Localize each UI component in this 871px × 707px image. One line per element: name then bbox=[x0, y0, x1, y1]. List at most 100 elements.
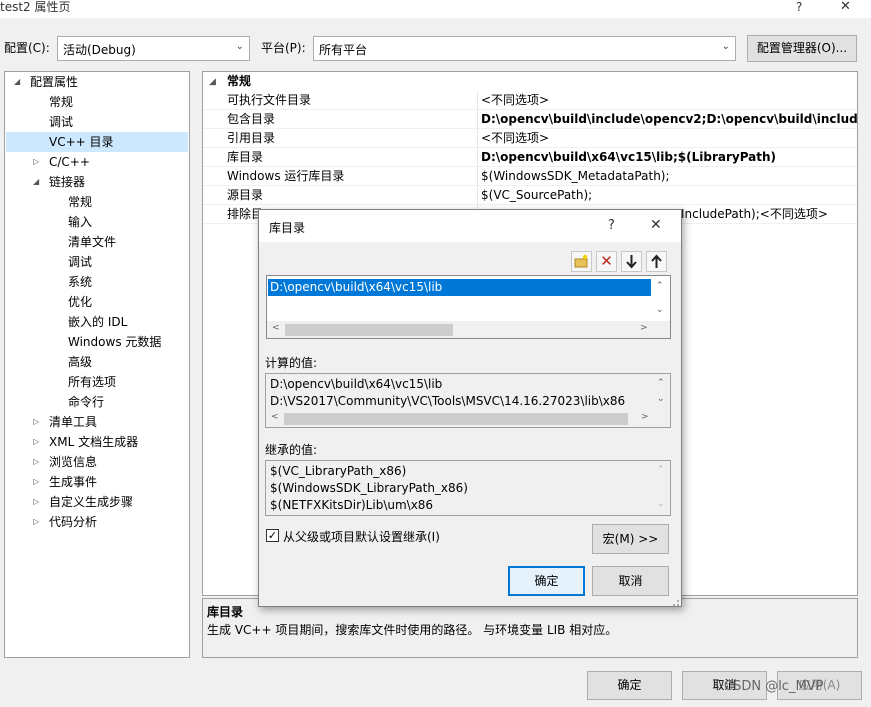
expanded-icon[interactable]: ◢ bbox=[33, 172, 39, 192]
tree-item[interactable]: ▷ 代码分析 bbox=[6, 512, 188, 532]
tree-item[interactable]: ◢ 链接器 bbox=[6, 172, 188, 192]
tree-item-label: XML 文档生成器 bbox=[49, 435, 139, 449]
dialog-cancel-button[interactable]: 取消 bbox=[592, 566, 669, 596]
description-panel: 库目录 生成 VC++ 项目期间，搜索库文件时使用的路径。 与环境变量 LIB … bbox=[202, 598, 858, 658]
tree-item[interactable]: 所有选项 bbox=[6, 372, 188, 392]
collapsed-icon[interactable]: ▷ bbox=[33, 492, 39, 512]
collapsed-icon[interactable]: ▷ bbox=[33, 152, 39, 172]
move-up-icon[interactable] bbox=[646, 251, 667, 272]
tree-item-label: 系统 bbox=[68, 275, 93, 289]
dialog-close-icon[interactable]: ✕ bbox=[650, 217, 662, 233]
dialog-help-icon[interactable]: ? bbox=[608, 218, 615, 233]
property-row[interactable]: Windows 运行库目录 $(WindowsSDK_MetadataPath); bbox=[203, 167, 857, 186]
tree-item[interactable]: ▷ C/C++ bbox=[6, 152, 188, 172]
chevron-down-icon: ⌄ bbox=[235, 41, 244, 52]
scrollbar-thumb[interactable] bbox=[285, 324, 453, 336]
tree-item[interactable]: 调试 bbox=[6, 252, 188, 272]
tree-item[interactable]: 常规 bbox=[6, 92, 188, 112]
collapsed-icon[interactable]: ▷ bbox=[33, 412, 39, 432]
platform-label: 平台(P): bbox=[261, 41, 306, 55]
scroll-right-icon[interactable]: > bbox=[640, 323, 648, 333]
collapsed-icon[interactable]: ▷ bbox=[33, 452, 39, 472]
scroll-up-icon[interactable]: ⌃ bbox=[657, 378, 665, 388]
horizontal-scrollbar[interactable]: < > bbox=[267, 321, 670, 338]
collapsed-icon[interactable]: ▷ bbox=[33, 432, 39, 452]
property-tree[interactable]: ◢ 配置属性 常规 调试 VC++ 目录 ▷ C/C++ ◢ 链接器 常规 输入 清单文件 调试 系统 优化… bbox=[4, 71, 190, 658]
close-icon[interactable]: ✕ bbox=[840, 0, 851, 14]
tree-item[interactable]: ▷ XML 文档生成器 bbox=[6, 432, 188, 452]
property-row[interactable]: 库目录 D:\opencv\build\x64\vc15\lib;$(Librar… bbox=[203, 148, 857, 167]
tree-item-label: 常规 bbox=[49, 95, 74, 109]
entry-item[interactable]: D:\opencv\build\x64\vc15\lib bbox=[268, 279, 651, 296]
help-icon[interactable]: ? bbox=[796, 0, 802, 14]
tree-item[interactable]: 嵌入的 IDL bbox=[6, 312, 188, 332]
property-value: <不同选项> bbox=[481, 131, 550, 145]
tree-item-label: 调试 bbox=[49, 115, 74, 129]
computed-values-label: 计算的值: bbox=[265, 356, 318, 370]
tree-item[interactable]: 命令行 bbox=[6, 392, 188, 412]
tree-item[interactable]: 高级 bbox=[6, 352, 188, 372]
collapsed-icon[interactable]: ▷ bbox=[33, 472, 39, 492]
scroll-up-icon[interactable]: ⌃ bbox=[656, 281, 664, 291]
column-divider bbox=[477, 110, 478, 129]
tree-item-label: 代码分析 bbox=[49, 515, 98, 529]
scroll-down-icon[interactable]: ⌄ bbox=[656, 305, 664, 315]
new-line-icon[interactable] bbox=[571, 251, 592, 272]
property-value: D:\opencv\build\x64\vc15\lib;$(LibraryPa… bbox=[481, 150, 777, 164]
property-row[interactable]: 包含目录 D:\opencv\build\include\opencv2;D:\o… bbox=[203, 110, 857, 129]
config-manager-button[interactable]: 配置管理器(O)... bbox=[747, 35, 857, 62]
inherit-checkbox-label[interactable]: 从父级或项目默认设置继承(I) bbox=[283, 528, 440, 545]
tree-item[interactable]: ▷ 自定义生成步骤 bbox=[6, 492, 188, 512]
tree-item-label: 所有选项 bbox=[68, 375, 117, 389]
property-value: $(WindowsSDK_MetadataPath); bbox=[481, 169, 670, 183]
column-divider bbox=[477, 91, 478, 110]
inherited-value-line: $(VC_LibraryPath_x86) bbox=[270, 464, 407, 478]
tree-item[interactable]: 清单文件 bbox=[6, 232, 188, 252]
tree-item-label: Windows 元数据 bbox=[68, 335, 162, 349]
scroll-left-icon[interactable]: < bbox=[272, 323, 280, 333]
tree-item-label: 嵌入的 IDL bbox=[68, 315, 128, 329]
grid-section-header[interactable]: ◢ 常规 bbox=[203, 72, 857, 91]
inherit-checkbox[interactable]: ✓ bbox=[266, 529, 279, 542]
expanded-icon[interactable]: ◢ bbox=[14, 72, 20, 92]
collapse-icon[interactable]: ◢ bbox=[209, 73, 216, 92]
delete-icon[interactable]: ✕ bbox=[596, 251, 617, 272]
description-title: 库目录 bbox=[207, 605, 244, 619]
tree-item[interactable]: ◢ 配置属性 bbox=[6, 72, 188, 92]
tree-item[interactable]: 优化 bbox=[6, 292, 188, 312]
scroll-down-icon[interactable]: ⌄ bbox=[657, 499, 665, 509]
scroll-right-icon[interactable]: > bbox=[641, 412, 649, 422]
scroll-up-icon[interactable]: ⌃ bbox=[657, 465, 665, 475]
tree-item[interactable]: VC++ 目录 bbox=[6, 132, 188, 152]
scroll-down-icon[interactable]: ⌄ bbox=[657, 394, 665, 404]
tree-item[interactable]: 调试 bbox=[6, 112, 188, 132]
resize-grip-icon[interactable] bbox=[670, 596, 680, 606]
macro-button[interactable]: 宏(M) >> bbox=[592, 524, 669, 554]
tree-item-label: C/C++ bbox=[49, 155, 90, 169]
collapsed-icon[interactable]: ▷ bbox=[33, 512, 39, 532]
property-value: D:\opencv\build\include\opencv2;D:\openc… bbox=[481, 112, 858, 126]
config-select[interactable]: 活动(Debug) ⌄ bbox=[57, 36, 250, 61]
tree-item-label: 优化 bbox=[68, 295, 93, 309]
scrollbar-thumb[interactable] bbox=[284, 413, 628, 425]
scroll-left-icon[interactable]: < bbox=[271, 412, 279, 422]
property-row[interactable]: 引用目录 <不同选项> bbox=[203, 129, 857, 148]
platform-select[interactable]: 所有平台 ⌄ bbox=[313, 36, 736, 61]
entries-list[interactable]: D:\opencv\build\x64\vc15\lib ⌃ ⌄ < > bbox=[266, 275, 671, 339]
tree-item[interactable]: 输入 bbox=[6, 212, 188, 232]
config-select-value: 活动(Debug) bbox=[63, 43, 136, 57]
property-row[interactable]: 源目录 $(VC_SourcePath); bbox=[203, 186, 857, 205]
tree-item[interactable]: Windows 元数据 bbox=[6, 332, 188, 352]
ok-button[interactable]: 确定 bbox=[587, 671, 672, 700]
tree-item[interactable]: 系统 bbox=[6, 272, 188, 292]
tree-item[interactable]: 常规 bbox=[6, 192, 188, 212]
property-row[interactable]: 可执行文件目录 <不同选项> bbox=[203, 91, 857, 110]
tree-item[interactable]: ▷ 清单工具 bbox=[6, 412, 188, 432]
property-value: <不同选项> bbox=[481, 93, 550, 107]
tree-item[interactable]: ▷ 生成事件 bbox=[6, 472, 188, 492]
tree-item[interactable]: ▷ 浏览信息 bbox=[6, 452, 188, 472]
horizontal-scrollbar[interactable]: < > bbox=[266, 410, 670, 427]
dialog-ok-button[interactable]: 确定 bbox=[508, 566, 585, 596]
property-name: Windows 运行库目录 bbox=[227, 169, 345, 183]
move-down-icon[interactable] bbox=[621, 251, 642, 272]
